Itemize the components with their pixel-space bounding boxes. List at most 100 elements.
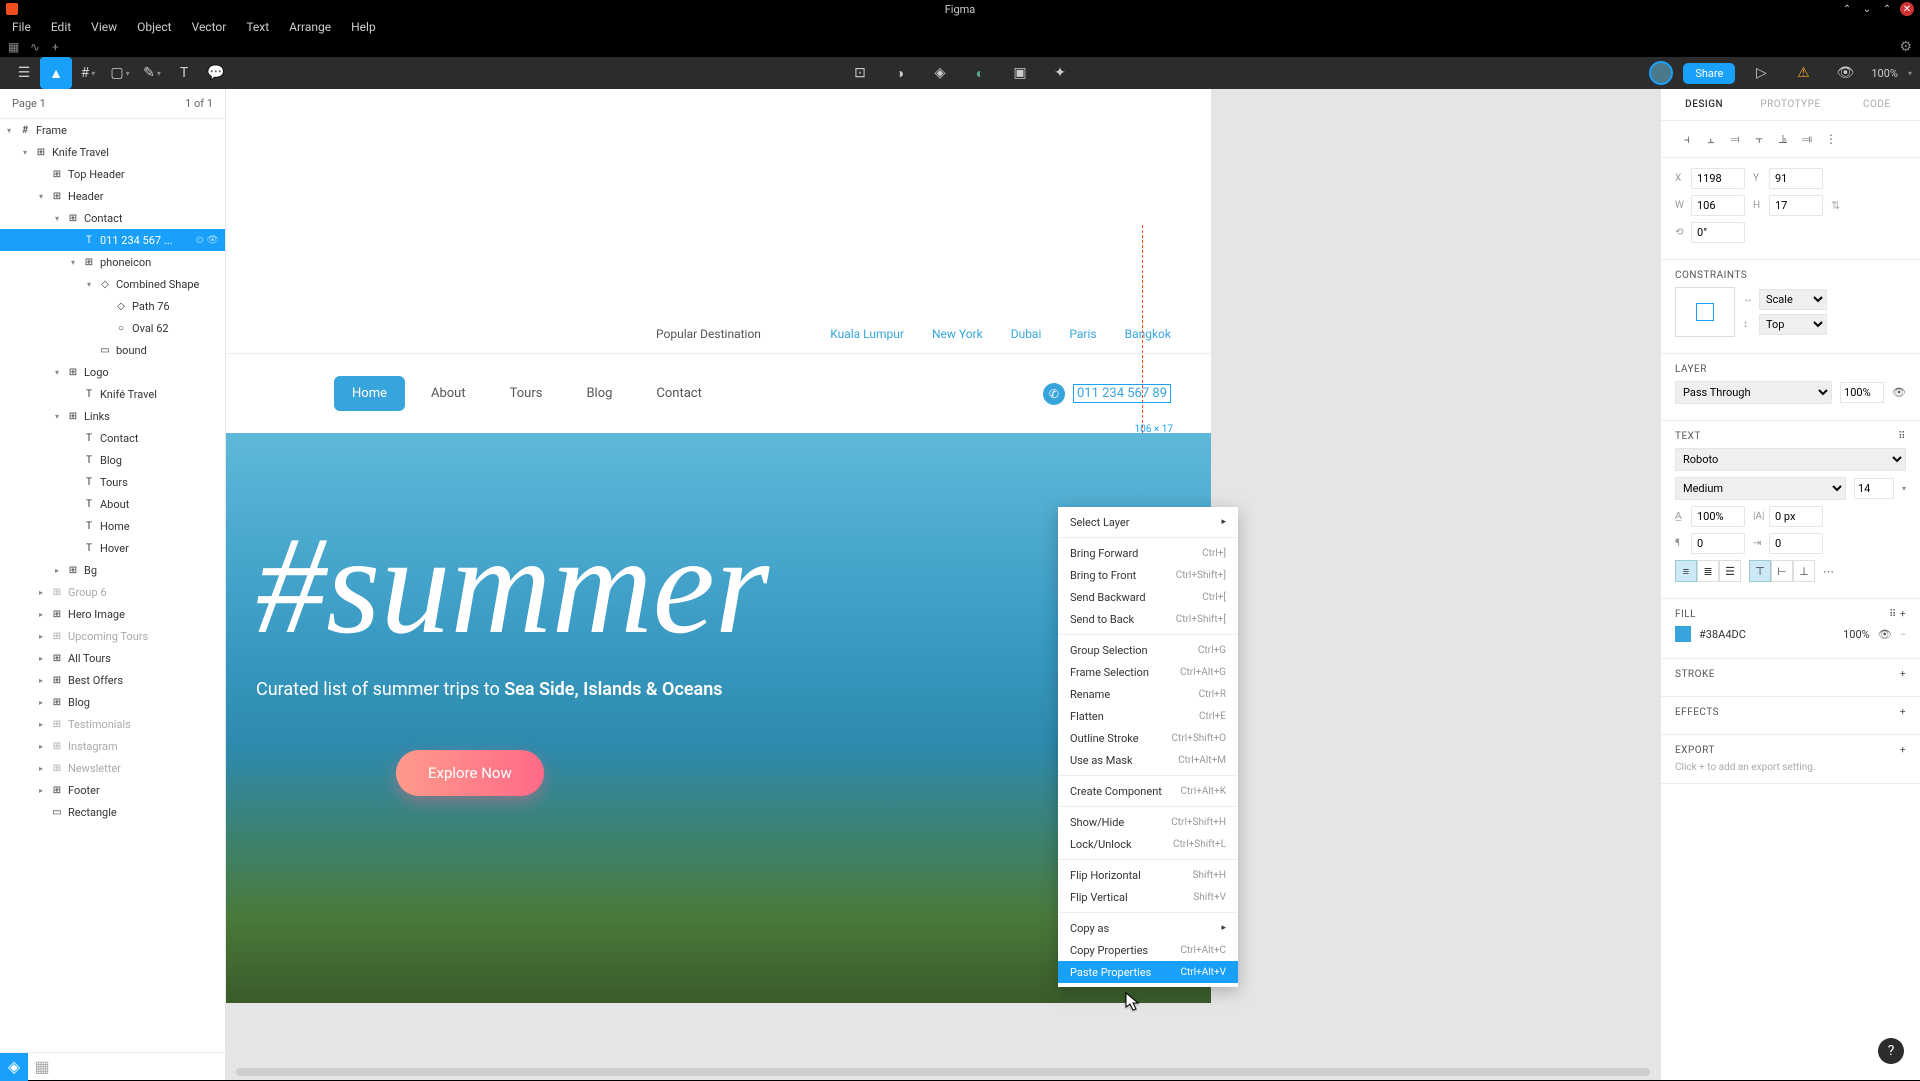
warning-icon[interactable]: ⚠ (1787, 57, 1819, 89)
menu-object[interactable]: Object (127, 18, 181, 37)
align-right-icon[interactable]: ⫤ (1723, 129, 1747, 149)
tab-code[interactable]: CODE (1834, 89, 1920, 120)
layer-row[interactable]: ▭Rectangle (0, 801, 225, 823)
minimize-icon[interactable]: ⌃ (1840, 2, 1854, 16)
layer-row[interactable]: ○Oval 62 (0, 317, 225, 339)
layer-row[interactable]: ▸⊞Blog (0, 691, 225, 713)
boolean-icon[interactable]: ◐ (964, 57, 996, 89)
nav-about[interactable]: About (413, 376, 484, 411)
pen-tool[interactable]: ✎ (136, 57, 168, 89)
ctx-group-selection[interactable]: Group SelectionCtrl+G (1058, 639, 1238, 661)
avatar[interactable] (1649, 61, 1673, 85)
layer-row[interactable]: ◇Path 76 (0, 295, 225, 317)
menu-view[interactable]: View (81, 18, 127, 37)
menu-vector[interactable]: Vector (182, 18, 237, 37)
dest-link[interactable]: Kuala Lumpur (830, 327, 904, 341)
nav-contact[interactable]: Contact (638, 376, 719, 411)
ctx-copy-as[interactable]: Copy as▸ (1058, 917, 1238, 939)
y-input[interactable] (1769, 168, 1823, 189)
ctx-select-layer[interactable]: Select Layer▸ (1058, 511, 1238, 533)
blend-mode-select[interactable]: Pass Through (1675, 381, 1832, 404)
effects-add-icon[interactable]: + (1900, 707, 1906, 718)
layer-row[interactable]: ▾⊞Contact (0, 207, 225, 229)
close-icon[interactable]: ✕ (1900, 2, 1914, 16)
ctx-flip-vertical[interactable]: Flip VerticalShift+V (1058, 886, 1238, 908)
mask-icon[interactable]: ◑ (884, 57, 916, 89)
fill-opacity[interactable]: 100% (1843, 628, 1870, 641)
union-icon[interactable]: ◈ (924, 57, 956, 89)
layer-row[interactable]: ▸⊞Best Offers (0, 669, 225, 691)
layer-row[interactable]: ▸⊞All Tours (0, 647, 225, 669)
constraint-widget[interactable] (1675, 287, 1735, 337)
ctx-copy-properties[interactable]: Copy PropertiesCtrl+Alt+C (1058, 939, 1238, 961)
align-right-btn[interactable]: ☰ (1719, 560, 1741, 582)
layer-row[interactable]: ⊞Top Header (0, 163, 225, 185)
comment-tool[interactable]: 💬 (200, 57, 232, 89)
dest-link[interactable]: Dubai (1011, 327, 1042, 341)
para-spacing-input[interactable] (1691, 533, 1745, 554)
layer-row[interactable]: ▾⊞phoneicon (0, 251, 225, 273)
text-tool[interactable]: T (168, 57, 200, 89)
present-icon[interactable]: ▷ (1745, 57, 1777, 89)
assets-tab-icon[interactable]: ▦ (28, 1053, 56, 1081)
nav-blog[interactable]: Blog (568, 376, 630, 411)
share-button[interactable]: Share (1683, 63, 1735, 84)
tidy-icon[interactable]: ✦ (1044, 57, 1076, 89)
fill-visibility-icon[interactable]: 👁 (1878, 628, 1892, 641)
align-middle-btn[interactable]: ⊢ (1771, 560, 1793, 582)
menu-text[interactable]: Text (236, 18, 279, 37)
ctx-rename[interactable]: RenameCtrl+R (1058, 683, 1238, 705)
nav-tours[interactable]: Tours (492, 376, 561, 411)
layer-row[interactable]: THover (0, 537, 225, 559)
layer-row[interactable]: THome (0, 515, 225, 537)
text-style-icon[interactable]: ⠿ (1898, 431, 1906, 442)
fill-add-icon[interactable]: + (1900, 609, 1906, 620)
layer-row[interactable]: ▸⊞Group 6 (0, 581, 225, 603)
menu-help[interactable]: Help (341, 18, 386, 37)
distribute-icon[interactable]: ⋮ (1819, 129, 1843, 149)
x-input[interactable] (1691, 168, 1745, 189)
rotation-input[interactable] (1691, 222, 1745, 243)
dest-link[interactable]: New York (932, 327, 983, 341)
component-icon[interactable]: ⊡ (844, 57, 876, 89)
font-weight-select[interactable]: Medium (1675, 477, 1846, 500)
layer-row[interactable]: ▾⊞Links (0, 405, 225, 427)
layer-row[interactable]: TBlog (0, 449, 225, 471)
letter-spacing-input[interactable] (1769, 506, 1823, 527)
explore-button[interactable]: Explore Now (396, 750, 544, 796)
align-hcenter-icon[interactable]: ⫠ (1699, 129, 1723, 149)
shape-tool[interactable]: ▢ (104, 57, 136, 89)
horizontal-scrollbar[interactable] (236, 1068, 1650, 1076)
layer-row[interactable]: ▸⊞Newsletter (0, 757, 225, 779)
ctx-send-backward[interactable]: Send BackwardCtrl+[ (1058, 586, 1238, 608)
menu-arrange[interactable]: Arrange (279, 18, 341, 37)
align-top-icon[interactable]: ⫟ (1747, 129, 1771, 149)
visibility-icon[interactable]: 👁 (1892, 386, 1906, 399)
ctx-outline-stroke[interactable]: Outline StrokeCtrl+Shift+O (1058, 727, 1238, 749)
menu-file[interactable]: File (2, 18, 41, 37)
ctx-flatten[interactable]: FlattenCtrl+E (1058, 705, 1238, 727)
align-vcenter-icon[interactable]: ⫡ (1771, 129, 1795, 149)
layer-row[interactable]: TKnifé Travel (0, 383, 225, 405)
view-icon[interactable]: 👁 (1829, 57, 1861, 89)
layer-row[interactable]: ▸⊞Testimonials (0, 713, 225, 735)
line-height-input[interactable] (1691, 506, 1745, 527)
align-left-btn[interactable]: ≡ (1675, 560, 1697, 582)
fill-style-icon[interactable]: ⠿ (1889, 609, 1897, 620)
constraint-v-select[interactable]: Top (1759, 314, 1827, 335)
ctx-use-as-mask[interactable]: Use as MaskCtrl+Alt+M (1058, 749, 1238, 771)
layer-row[interactable]: T011 234 567 ...⊙ 👁 (0, 229, 225, 251)
layer-row[interactable]: ▭bound (0, 339, 225, 361)
align-center-btn[interactable]: ≣ (1697, 560, 1719, 582)
ctx-create-component[interactable]: Create ComponentCtrl+Alt+K (1058, 780, 1238, 802)
font-family-select[interactable]: Roboto (1675, 448, 1906, 471)
text-more-icon[interactable]: ⋯ (1823, 565, 1834, 578)
ctx-lock-unlock[interactable]: Lock/UnlockCtrl+Shift+L (1058, 833, 1238, 855)
help-button[interactable]: ? (1878, 1038, 1904, 1064)
fill-swatch[interactable] (1675, 626, 1691, 642)
tab-design[interactable]: DESIGN (1661, 89, 1747, 120)
layer-row[interactable]: ▾◇Combined Shape (0, 273, 225, 295)
new-tab-icon[interactable]: + (52, 40, 66, 54)
align-group-icon[interactable]: ▣ (1004, 57, 1036, 89)
ctx-send-to-back[interactable]: Send to BackCtrl+Shift+[ (1058, 608, 1238, 630)
